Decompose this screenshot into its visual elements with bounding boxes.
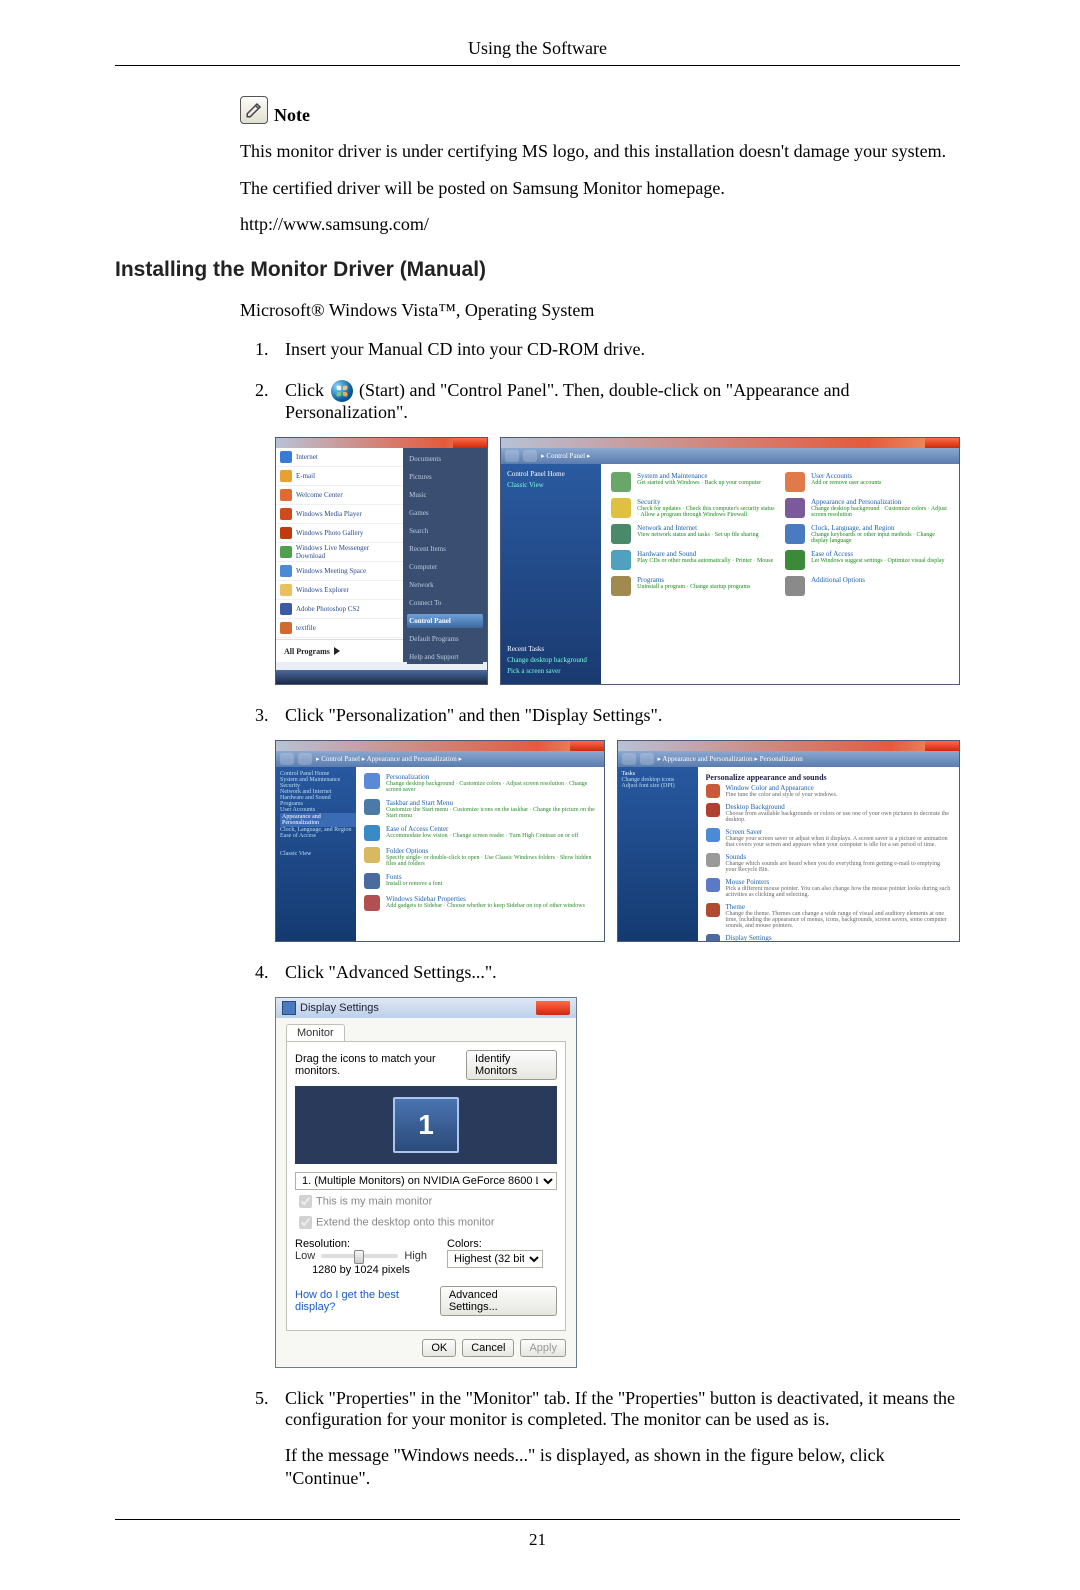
colors-label: Colors: (447, 1238, 557, 1250)
resolution-label: Resolution: (295, 1238, 427, 1250)
identify-monitors-button[interactable]: Identify Monitors (466, 1050, 557, 1080)
check-main-monitor: This is my main monitor (295, 1192, 557, 1211)
ok-button[interactable]: OK (422, 1339, 456, 1357)
help-link[interactable]: How do I get the best display? (295, 1289, 440, 1313)
os-line: Microsoft® Windows Vista™, Operating Sys… (240, 300, 960, 321)
step-4: Click "Advanced Settings...". Display Se… (255, 962, 960, 1368)
apply-button: Apply (520, 1339, 566, 1357)
monitor-icon (282, 1001, 296, 1015)
screenshot-display-settings-dialog: Display Settings Monitor Drag the icons … (275, 997, 577, 1368)
colors-select[interactable]: Highest (32 bit) (447, 1250, 543, 1268)
section-heading: Installing the Monitor Driver (Manual) (115, 258, 960, 282)
screenshot-control-panel: ▸ Control Panel ▸ Control Panel Home Cla… (500, 437, 960, 685)
note-paragraph-2: The certified driver will be posted on S… (240, 177, 960, 200)
resolution-value: 1280 by 1024 pixels (295, 1264, 427, 1276)
step-2-text-b: (Start) and "Control Panel". Then, doubl… (285, 380, 850, 423)
step-3: Click "Personalization" and then "Displa… (255, 705, 960, 942)
note-url: http://www.samsung.com/ (240, 213, 960, 236)
tab-monitor[interactable]: Monitor (286, 1024, 345, 1041)
forward-button-icon (523, 450, 537, 462)
breadcrumb: ▸ Control Panel ▸ (541, 452, 590, 460)
back-button-icon (505, 450, 519, 462)
close-icon[interactable] (536, 1001, 570, 1015)
resolution-slider[interactable] (321, 1254, 398, 1258)
monitor-1-tile[interactable]: 1 (393, 1097, 459, 1153)
cancel-button[interactable]: Cancel (462, 1339, 514, 1357)
resolution-low-label: Low (295, 1250, 315, 1262)
step-2-text-a: Click (285, 380, 329, 400)
step-5: Click "Properties" in the "Monitor" tab.… (255, 1388, 960, 1489)
advanced-settings-button[interactable]: Advanced Settings... (440, 1286, 557, 1316)
monitor-select[interactable]: 1. (Multiple Monitors) on NVIDIA GeForce… (295, 1172, 557, 1190)
start-orb-icon (331, 380, 353, 402)
step-2: Click (Start) and "Control Panel". Then,… (255, 380, 960, 686)
monitor-layout-area[interactable]: 1 (295, 1086, 557, 1164)
check-extend-desktop: Extend the desktop onto this monitor (295, 1213, 557, 1232)
note-icon (240, 96, 268, 124)
screenshot-appearance-personalization: ▸ Control Panel ▸ Appearance and Persona… (275, 740, 605, 942)
resolution-high-label: High (404, 1250, 427, 1262)
screenshot-personalization: ▸ Appearance and Personalization ▸ Perso… (617, 740, 960, 942)
dialog-title: Display Settings (300, 1002, 379, 1014)
step-5-paragraph-2: If the message "Windows needs..." is dis… (285, 1444, 960, 1489)
step-1: Insert your Manual CD into your CD-ROM d… (255, 339, 960, 360)
page-number: 21 (115, 1519, 960, 1550)
note-paragraph-1: This monitor driver is under certifying … (240, 140, 960, 163)
page-header: Using the Software (115, 38, 960, 66)
screenshot-start-menu: Internet E-mail Welcome Center Windows M… (275, 437, 488, 685)
note-label: Note (274, 105, 310, 126)
drag-instruction: Drag the icons to match your monitors. (295, 1053, 466, 1077)
